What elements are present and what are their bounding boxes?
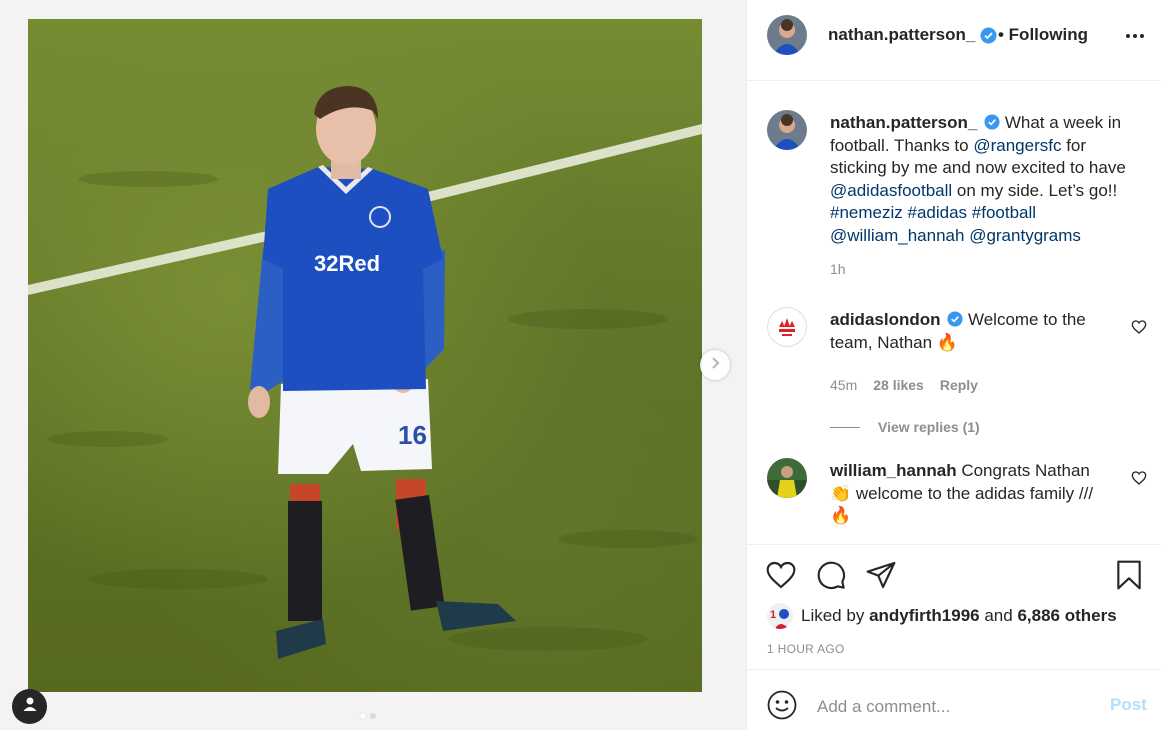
comment-time[interactable]: 45m (830, 377, 857, 393)
following-button[interactable]: • Following (998, 25, 1088, 45)
caption-time[interactable]: 1h (830, 261, 846, 277)
liked-by-others[interactable]: 6,886 others (1017, 606, 1116, 626)
liked-by-prefix: Liked by (801, 606, 865, 625)
replies-divider (830, 426, 860, 428)
mention-adidasfootball[interactable]: @adidasfootball (830, 181, 952, 200)
liked-by-and: and (984, 606, 1013, 625)
svg-text:1: 1 (770, 609, 776, 621)
caption: nathan.patterson_ What a week in footbal… (767, 110, 1147, 280)
mention-william-hannah[interactable]: @william_hannah (830, 226, 964, 245)
post-actions: 1 Liked by andyfirth1996 and 6,886 other… (747, 544, 1161, 669)
emoji-smiley-icon[interactable] (767, 690, 797, 720)
shirt-number: 16 (398, 420, 427, 450)
commenter-avatar[interactable] (767, 458, 807, 498)
liker-avatar[interactable]: 1 (767, 603, 793, 629)
comments-list[interactable]: nathan.patterson_ What a week in footbal… (747, 81, 1161, 544)
post-comment-button[interactable]: Post (1110, 695, 1147, 715)
save-bookmark-icon[interactable] (1113, 559, 1145, 591)
comment-item: adidaslondon Welcome to the team, Nathan… (767, 307, 1147, 437)
comment-text: william_hannah Congrats Nathan 👏 welcome… (830, 460, 1115, 528)
comment-item: william_hannah Congrats Nathan 👏 welcome… (767, 458, 1147, 538)
commenter-avatar[interactable] (767, 307, 807, 347)
post-header: nathan.patterson_ • Following (747, 0, 1161, 81)
caption-username[interactable]: nathan.patterson_ (830, 113, 977, 132)
comment-likes[interactable]: 28 likes (873, 377, 924, 393)
user-icon (22, 696, 38, 717)
caption-author-avatar[interactable] (767, 110, 807, 150)
post-photo[interactable]: 32Red 16 (28, 19, 702, 692)
verified-badge-icon (947, 311, 963, 327)
hashtag-adidas[interactable]: #adidas (908, 203, 968, 222)
mention-rangersfc[interactable]: @rangersfc (973, 136, 1061, 155)
caption-text: nathan.patterson_ What a week in footbal… (830, 112, 1130, 247)
chevron-right-icon (708, 356, 722, 375)
author-username[interactable]: nathan.patterson_ (828, 25, 997, 45)
hashtag-football[interactable]: #football (972, 203, 1036, 222)
likes-summary: 1 Liked by andyfirth1996 and 6,886 other… (767, 603, 1117, 629)
like-heart-icon[interactable] (765, 559, 797, 591)
author-username-text[interactable]: nathan.patterson_ (828, 25, 975, 45)
author-avatar[interactable] (767, 15, 807, 55)
tagged-users-button[interactable] (12, 689, 47, 724)
comment-input[interactable] (815, 692, 1089, 722)
view-replies-button[interactable]: View replies (1) (830, 419, 980, 435)
comment-bubble-icon[interactable] (815, 559, 847, 591)
reply-button[interactable]: Reply (940, 377, 978, 393)
comment-meta: 45m 28 likes Reply (830, 377, 978, 393)
more-options-icon[interactable] (1123, 27, 1147, 45)
carousel-indicator (360, 713, 376, 719)
view-replies-label[interactable]: View replies (1) (878, 419, 980, 435)
carousel-dot (370, 713, 376, 719)
like-comment-heart-icon[interactable] (1131, 470, 1147, 486)
post-details-panel: nathan.patterson_ • Following nathan.pat… (746, 0, 1161, 730)
mention-grantygrams[interactable]: @grantygrams (969, 226, 1081, 245)
caption-part-3: on my side. Let’s go!! (956, 180, 1118, 200)
like-comment-heart-icon[interactable] (1131, 319, 1147, 335)
carousel-dot-active (360, 713, 366, 719)
verified-badge-icon (980, 27, 997, 44)
shirt-sponsor: 32Red (314, 251, 380, 276)
verified-badge-icon (984, 114, 1000, 130)
commenter-username[interactable]: adidaslondon (830, 310, 941, 329)
add-comment-bar: Post (747, 669, 1161, 730)
share-send-icon[interactable] (865, 559, 897, 591)
commenter-username[interactable]: william_hannah (830, 461, 957, 480)
post-timestamp[interactable]: 1 HOUR AGO (767, 642, 845, 656)
next-media-button[interactable] (700, 350, 730, 380)
media-area: 32Red 16 (0, 0, 746, 730)
hashtag-nemeziz[interactable]: #nemeziz (830, 203, 903, 222)
comment-text: adidaslondon Welcome to the team, Nathan… (830, 309, 1115, 354)
photo-illustration: 32Red 16 (28, 86, 702, 659)
caption-meta: 1h (830, 261, 846, 277)
liked-by-user[interactable]: andyfirth1996 (869, 606, 980, 626)
